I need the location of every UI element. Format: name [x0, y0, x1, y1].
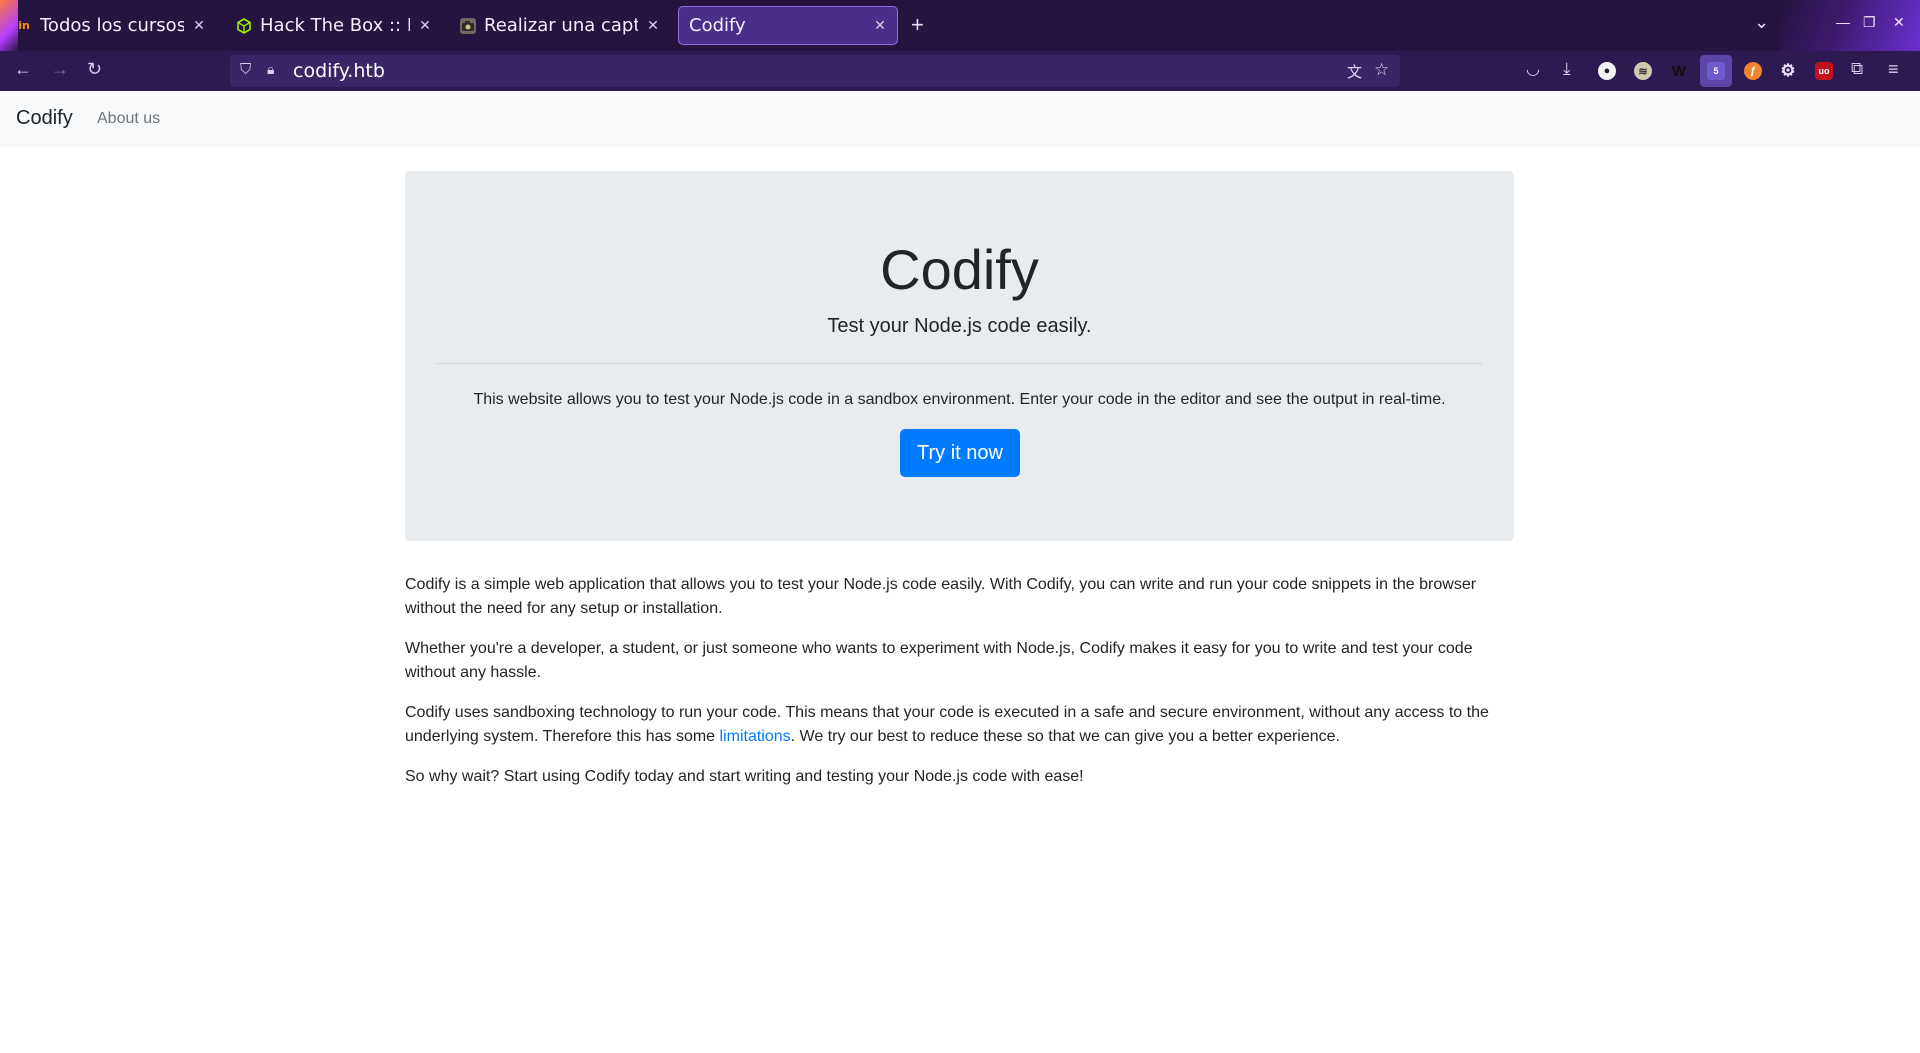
content-paragraph: Whether you're a developer, a student, o… [405, 637, 1515, 685]
close-icon[interactable]: ✕ [192, 18, 206, 34]
tab-title: Hack The Box :: Hac [260, 15, 410, 36]
account-icon[interactable]: ● [1598, 62, 1616, 80]
tab-title: Realizar una captur [484, 15, 638, 36]
pocket-icon[interactable]: ◡ [1526, 59, 1540, 79]
tab-title: Todos los cursos | Ed [40, 15, 184, 36]
extensions-puzzle-icon[interactable]: ⧉ [1851, 59, 1863, 79]
address-bar[interactable]: ⛉ 🔒︎ codify.htb 文 ☆ [230, 55, 1400, 87]
bookmark-star-icon[interactable]: ☆ [1374, 60, 1389, 80]
nav-about-us[interactable]: About us [97, 110, 160, 128]
extension-badge-count: 5 [1713, 66, 1719, 76]
hero-jumbotron: Codify Test your Node.js code easily. Th… [405, 171, 1514, 541]
gear-extension-icon[interactable]: ⚙ [1779, 61, 1797, 80]
hero-lead: Test your Node.js code easily. [827, 315, 1092, 337]
extension-icon[interactable]: ≋ [1634, 62, 1652, 80]
content-paragraph: Codify is a simple web application that … [405, 576, 1477, 617]
close-icon[interactable]: ✕ [646, 18, 660, 34]
wappalyzer-icon[interactable]: W [1670, 62, 1688, 80]
paragraph-text: . We try our best to reduce these so tha… [790, 728, 1340, 745]
restore-icon[interactable]: ❐ [1863, 14, 1876, 31]
tab-codify[interactable]: Codify ✕ [678, 6, 898, 45]
download-icon[interactable]: ⤓ [1563, 59, 1571, 79]
hero-description: This website allows you to test your Nod… [473, 391, 1446, 408]
site-navbar: Codify About us [0, 91, 1920, 147]
tab-todos-los-cursos[interactable]: in Todos los cursos | Ed ✕ [6, 6, 216, 45]
forward-arrow-icon[interactable]: → [51, 59, 69, 80]
reload-icon[interactable]: ↻ [87, 59, 102, 80]
extension-badge-icon[interactable]: 5 [1707, 62, 1725, 80]
content-paragraph: Codify uses sandboxing technology to run… [405, 701, 1515, 749]
hero-divider [437, 363, 1482, 364]
tab-title: Codify [689, 15, 746, 36]
camera-icon [460, 17, 476, 34]
limitations-link[interactable]: limitations [720, 728, 791, 745]
close-window-icon[interactable]: ✕ [1893, 14, 1905, 31]
minimize-icon[interactable]: — [1836, 14, 1850, 30]
paragraph-text: Whether you're a developer, a student, o… [405, 640, 1473, 681]
tab-hack-the-box[interactable]: Hack The Box :: Hac ✕ [226, 6, 442, 45]
tab-realizar-captura[interactable]: Realizar una captur ✕ [450, 6, 670, 45]
close-icon[interactable]: ✕ [418, 18, 432, 34]
shield-icon[interactable]: ⛉ [240, 61, 251, 78]
url-text[interactable]: codify.htb [293, 60, 385, 82]
translate-icon[interactable]: 文 [1347, 61, 1362, 82]
browser-tab-bar: in Todos los cursos | Ed ✕ Hack The Box … [0, 0, 1920, 51]
foxyproxy-icon[interactable]: ƒ [1744, 62, 1762, 80]
browser-nav-bar: ← → ↻ ⛉ 🔒︎ codify.htb 文 ☆ ◡ ⤓ ● ≋ W 5 ƒ … [0, 51, 1920, 91]
back-arrow-icon[interactable]: ← [14, 59, 32, 80]
in-logo-icon: in [18, 19, 30, 32]
lock-icon[interactable]: 🔒︎ [267, 61, 274, 78]
site-brand[interactable]: Codify [16, 107, 73, 130]
try-it-now-button[interactable]: Try it now [900, 429, 1020, 477]
main-content: Codify is a simple web application that … [405, 573, 1515, 805]
close-icon[interactable]: ✕ [873, 18, 887, 34]
content-paragraph: So why wait? Start using Codify today an… [405, 768, 1084, 785]
new-tab-plus-icon[interactable]: + [911, 12, 924, 38]
htb-cube-icon [236, 17, 252, 34]
hero-title: Codify [880, 238, 1039, 301]
menu-hamburger-icon[interactable]: ≡ [1888, 59, 1899, 80]
ublock-icon[interactable]: uo [1815, 62, 1833, 80]
chevron-down-icon[interactable]: ⌄ [1754, 12, 1769, 33]
